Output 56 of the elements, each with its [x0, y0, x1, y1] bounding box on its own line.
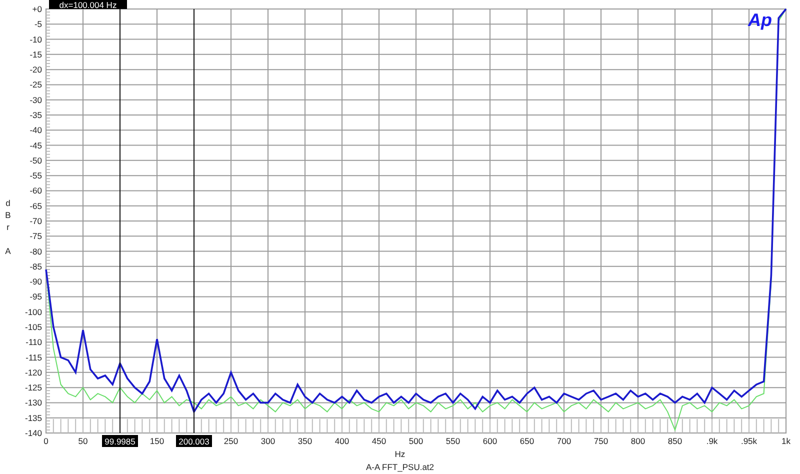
axis-tick-label: -50	[30, 155, 42, 166]
axis-tick-label: -90	[30, 276, 42, 287]
file-name: A-A FFT_PSU.at2	[366, 462, 434, 472]
axis-tick-label: 600	[482, 436, 498, 446]
axis-tick-label: -85	[30, 261, 42, 272]
axis-tick-label: -80	[30, 246, 42, 256]
axis-tick-label: -30	[30, 94, 42, 105]
axis-tick-label: 1k	[782, 436, 790, 446]
axis-tick-label: -55	[30, 170, 42, 181]
axis-tick-label: .95k	[740, 436, 758, 446]
axis-tick-label: -140	[24, 428, 42, 438]
axis-tick-label: -60	[30, 186, 42, 196]
axis-tick-label: -25	[30, 80, 42, 90]
cursor-delta-label: dx=100.004 Hz	[49, 0, 127, 10]
axis-tick-label: -10	[30, 34, 42, 44]
axis-label: Hz	[394, 449, 406, 459]
axis-tick-label: -65	[30, 200, 42, 211]
axis-tick-label: 700	[556, 436, 572, 446]
logo: Ap	[748, 10, 772, 30]
axis-label: dBr A	[5, 198, 11, 256]
axis-tick-label: 50	[78, 436, 88, 446]
axis-tick-label: 0	[44, 436, 48, 446]
axis-tick-label: -15	[30, 49, 42, 60]
axis-tick-label: -45	[30, 140, 42, 150]
axis-tick-label: -135	[24, 412, 42, 423]
axis-tick-label: -115	[26, 352, 42, 362]
axis-tick-label: -75	[30, 231, 42, 242]
axis-tick-label: +0	[32, 4, 42, 14]
axis-tick-label: 850	[668, 436, 682, 446]
axis-tick-label: -35	[30, 110, 42, 120]
axis-tick-label: -130	[24, 398, 42, 408]
axis-tick-label: 250	[224, 436, 238, 446]
annotation: dx=100.004 Hz	[59, 0, 117, 10]
axis-tick-label: 550	[446, 436, 460, 446]
axis-tick-label: -70	[30, 216, 42, 226]
axis-tick-label: 800	[630, 436, 646, 446]
axis-tick-label: 400	[334, 436, 350, 446]
axis-tick-label: .9k	[706, 436, 718, 446]
axis-tick-label: -5	[34, 19, 42, 30]
annotation: 99.9985	[104, 436, 136, 446]
axis-tick-label: 500	[408, 436, 424, 446]
axis-tick-label: 750	[594, 436, 608, 446]
axis-tick-label: 650	[520, 436, 534, 446]
axis-tick-label: -105	[24, 322, 42, 332]
axis-tick-label: -125	[24, 382, 42, 393]
axis-tick-label: -95	[30, 292, 42, 302]
axis-tick-label: 300	[260, 436, 276, 446]
axis-tick-label: 350	[298, 436, 312, 446]
axis-tick-label: -120	[24, 367, 42, 378]
axis-tick-label: -40	[30, 125, 42, 136]
axis-tick-label: -100	[24, 306, 42, 317]
axis-tick-label: 150	[150, 436, 164, 446]
axis-tick-label: -20	[30, 64, 42, 75]
axis-tick-label: 450	[372, 436, 386, 446]
axis-tick-label: -110	[26, 337, 42, 348]
annotation: 200.003	[178, 436, 210, 446]
